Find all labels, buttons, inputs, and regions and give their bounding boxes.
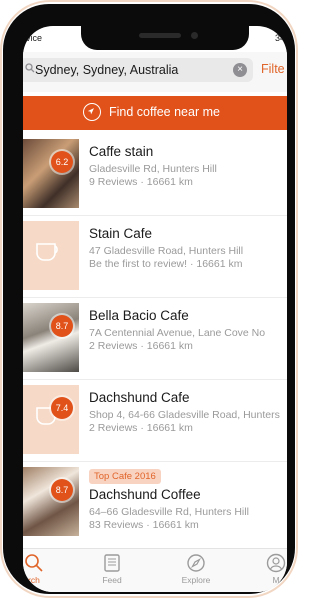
- cafe-name: Caffe stain: [89, 144, 154, 159]
- filter-button[interactable]: Filte: [261, 62, 285, 76]
- rating-badge: 7.4: [51, 397, 73, 419]
- cafe-placeholder: [23, 221, 79, 290]
- tab-bar: rch Feed Explore M: [23, 548, 287, 592]
- coffee-cup-icon: [36, 243, 58, 261]
- rating-badge: 6.2: [51, 151, 73, 173]
- notch: [81, 26, 249, 50]
- clear-icon[interactable]: ×: [233, 63, 247, 77]
- search-icon: [25, 554, 43, 572]
- tab-me[interactable]: M: [251, 553, 287, 585]
- cafe-meta: Be the first to review! · 16661 km: [89, 258, 243, 270]
- camera: [191, 32, 198, 39]
- location-arrow-icon: [83, 103, 101, 121]
- cafe-meta: 2 Reviews · 16661 km: [89, 340, 193, 352]
- speaker: [139, 33, 181, 38]
- tab-explore[interactable]: Explore: [171, 553, 221, 585]
- compass-icon: [187, 554, 205, 572]
- cafe-meta: 2 Reviews · 16661 km: [89, 422, 193, 434]
- rating-badge: 8.7: [51, 479, 73, 501]
- search-value: Sydney, Sydney, Australia: [35, 63, 179, 77]
- battery-label: 34: [274, 33, 285, 43]
- find-coffee-button[interactable]: Find coffee near me: [23, 96, 287, 130]
- cafe-address: 47 Gladesville Road, Hunters Hill: [89, 245, 244, 257]
- list-item[interactable]: 7.4 Dachshund Cafe Shop 4, 64-66 Gladesv…: [23, 380, 287, 462]
- cafe-photo: 6.2: [23, 139, 79, 208]
- cafe-address: Shop 4, 64-66 Gladesville Road, Hunters: [89, 409, 280, 421]
- tab-label: M: [272, 575, 280, 585]
- cafe-name: Dachshund Coffee: [89, 487, 201, 502]
- carrier-label: rvice: [23, 33, 43, 43]
- phone-frame: rvice 34 Sydney, Sydney, Australia × Fil…: [3, 4, 295, 594]
- profile-icon: [266, 553, 286, 573]
- cafe-meta: 83 Reviews · 16661 km: [89, 519, 199, 531]
- list-item[interactable]: 8.7 Bella Bacio Cafe 7A Centennial Avenu…: [23, 298, 287, 380]
- cafe-meta: 9 Reviews · 16661 km: [89, 176, 193, 188]
- cafe-photo: 8.7: [23, 303, 79, 372]
- cafe-address: 7A Centennial Avenue, Lane Cove No: [89, 327, 266, 339]
- cafe-name: Stain Cafe: [89, 226, 153, 241]
- list-item[interactable]: 6.2 Caffe stain Gladesville Rd, Hunters …: [23, 134, 287, 216]
- tab-feed[interactable]: Feed: [87, 553, 137, 585]
- search-bar: Sydney, Sydney, Australia × Filte: [23, 52, 287, 92]
- cafe-placeholder: 7.4: [23, 385, 79, 454]
- tab-label: Feed: [102, 575, 122, 585]
- rating-badge: 8.7: [51, 315, 73, 337]
- tab-label: rch: [28, 575, 40, 585]
- cafe-name: Dachshund Cafe: [89, 390, 190, 405]
- find-coffee-label: Find coffee near me: [109, 105, 220, 119]
- feed-icon: [104, 554, 120, 572]
- cafe-photo: 8.7: [23, 467, 79, 536]
- cafe-address: 64–66 Gladesville Rd, Hunters Hill: [89, 506, 249, 518]
- list-item[interactable]: Stain Cafe 47 Gladesville Road, Hunters …: [23, 216, 287, 298]
- search-icon: [25, 63, 35, 73]
- cafe-list: 6.2 Caffe stain Gladesville Rd, Hunters …: [23, 134, 287, 549]
- cafe-address: Gladesville Rd, Hunters Hill: [89, 163, 217, 175]
- screen: rvice 34 Sydney, Sydney, Australia × Fil…: [23, 26, 287, 592]
- top-cafe-tag: Top Cafe 2016: [89, 469, 161, 484]
- search-input[interactable]: Sydney, Sydney, Australia ×: [23, 58, 253, 82]
- list-item[interactable]: 8.7 Top Cafe 2016 Dachshund Coffee 64–66…: [23, 462, 287, 549]
- tab-search[interactable]: rch: [23, 553, 59, 585]
- cafe-name: Bella Bacio Cafe: [89, 308, 189, 323]
- tab-label: Explore: [181, 575, 211, 585]
